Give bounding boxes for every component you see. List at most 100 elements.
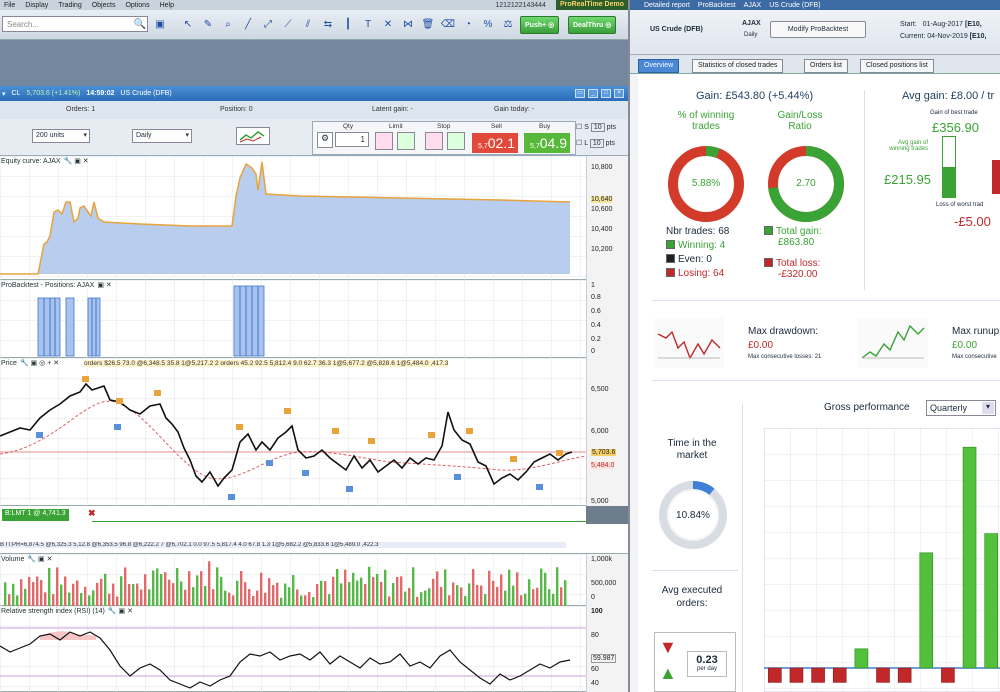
volume-bar <box>68 592 71 606</box>
tab-orders-list[interactable]: Orders list <box>804 59 848 73</box>
volume-bar <box>424 590 427 606</box>
menu-help[interactable]: Help <box>160 2 174 9</box>
close-icon[interactable]: × <box>614 89 624 98</box>
volume-bar <box>296 589 299 606</box>
volume-bar <box>496 586 499 606</box>
position-label[interactable]: Position: 0 <box>220 106 253 113</box>
maximize-icon[interactable]: □ <box>601 89 611 98</box>
volume-bar <box>384 569 387 606</box>
tab-overview[interactable]: Overview <box>638 59 680 73</box>
l-option[interactable]: ☐ L 10 pts <box>576 139 615 148</box>
price-chart <box>0 358 586 506</box>
search-icon[interactable]: 🔍 <box>132 16 148 32</box>
channel-icon[interactable]: ⫽ <box>300 16 316 32</box>
menu-file[interactable]: File <box>4 2 15 9</box>
total-gain: Total gain: £863.80 <box>764 226 822 248</box>
menu-trading[interactable]: Trading <box>58 2 81 9</box>
vline-icon[interactable]: ┃ <box>340 16 356 32</box>
gross-bar <box>876 667 890 683</box>
volume-bar <box>132 583 135 606</box>
volume-bar <box>460 587 463 606</box>
chevron-down-icon[interactable]: ▾ <box>982 402 994 414</box>
volume-bar <box>60 584 63 606</box>
window-icon[interactable]: ▣ <box>152 16 168 32</box>
volume-bar <box>220 576 223 606</box>
fib-icon[interactable]: ⋈ <box>400 16 416 32</box>
volume-bar <box>228 592 231 606</box>
volume-bar <box>488 570 491 606</box>
text-icon[interactable]: T <box>360 16 376 32</box>
stop-sell-button[interactable] <box>425 132 443 150</box>
line-icon[interactable]: ╱ <box>240 16 256 32</box>
wrench-icon[interactable]: ⚙ <box>317 132 333 148</box>
chart-type-icon[interactable] <box>236 127 270 145</box>
time-label: 14:59:02 <box>86 90 115 97</box>
instrument-label: US Crude (DFB) <box>120 90 172 97</box>
delete-icon[interactable]: 🗑 <box>420 16 436 32</box>
volume-bar <box>80 593 83 606</box>
blmt-order[interactable]: B:LMT 1 @ 4,741.3 <box>2 509 69 521</box>
volume-bar <box>480 585 483 606</box>
volume-bar <box>420 592 423 606</box>
period-dropdown[interactable]: Quarterly ▾ <box>926 400 996 416</box>
volume-bar <box>180 581 183 606</box>
period-select[interactable]: Daily <box>132 129 192 143</box>
report-title-4: US Crude (DFB) <box>769 1 821 9</box>
avg-winning-label: Avg gain of winning trades <box>889 140 928 152</box>
blmt-row: B:LMT 1 @ 4,741.3 ✖ <box>0 506 586 524</box>
buy-button[interactable]: 5,704.9 <box>524 133 570 153</box>
limit-sell-button[interactable] <box>375 132 393 150</box>
zoom-icon[interactable]: ⌕ <box>220 16 236 32</box>
best-trade-value: £356.90 <box>932 120 979 135</box>
price-tick-3: 5,703.6 <box>591 449 617 456</box>
restore-icon[interactable]: ▭ <box>575 89 585 98</box>
orders-label[interactable]: Orders: 1 <box>66 106 95 113</box>
search-input[interactable]: Search... <box>2 16 148 32</box>
scale-icon[interactable]: ⚖ <box>500 16 516 32</box>
dealthru-button[interactable]: DealThru ◎ <box>568 16 617 34</box>
cancel-order-icon[interactable]: ✖ <box>88 508 96 519</box>
stop-buy-button[interactable] <box>447 132 465 150</box>
menu-options[interactable]: Options <box>125 2 149 9</box>
volume-bar <box>232 595 235 606</box>
qty-input[interactable]: 1 <box>335 132 369 147</box>
volume-bar <box>8 594 11 606</box>
cursor-icon[interactable]: ↖ <box>180 16 196 32</box>
sell-button[interactable]: 5,702.1 <box>472 133 518 153</box>
worst-trade-bar <box>992 160 1000 194</box>
tab-statistics[interactable]: Statistics of closed trades <box>692 59 784 73</box>
gauge-icon[interactable]: ◔ <box>460 16 476 32</box>
s-option[interactable]: ☐ S 10 pts <box>576 123 616 132</box>
arrows-icon[interactable]: ⇆ <box>320 16 336 32</box>
rsi-tick-5: 40 <box>591 680 599 687</box>
percent-icon[interactable]: % <box>480 16 496 32</box>
menu-display[interactable]: Display <box>25 2 48 9</box>
push-button[interactable]: Push+ ◎ <box>520 16 560 34</box>
volume-bar <box>192 587 195 606</box>
price-tick-5: 5,000 <box>591 498 609 505</box>
desktop-gap <box>0 40 628 86</box>
limit-buy-button[interactable] <box>397 132 415 150</box>
volume-bar <box>136 583 139 606</box>
vol-tick-1: 1,000k <box>591 556 613 563</box>
volume-bar <box>464 596 467 606</box>
trash-icon[interactable]: ⌫ <box>440 16 456 32</box>
volume-bar <box>276 582 279 606</box>
units-select[interactable]: 200 units <box>32 129 90 143</box>
volume-bar <box>512 585 515 606</box>
volume-bar <box>88 595 91 606</box>
gross-bar <box>832 667 847 683</box>
ray-icon[interactable]: ⤢ <box>260 16 276 32</box>
trend-icon[interactable]: ⟋ <box>280 16 296 32</box>
volume-bar <box>260 572 263 606</box>
modify-backtest-button[interactable]: Modify ProBacktest <box>770 21 866 38</box>
minimize-icon[interactable]: _ <box>588 89 598 98</box>
volume-bar <box>144 574 147 606</box>
cross-icon[interactable]: ✕ <box>380 16 396 32</box>
menu-objects[interactable]: Objects <box>92 2 116 9</box>
pencil-icon[interactable]: ✎ <box>200 16 216 32</box>
volume-bar <box>532 589 535 606</box>
chevron-down-icon[interactable]: ▾ <box>2 90 6 98</box>
tab-closed-positions[interactable]: Closed positions list <box>860 59 934 73</box>
equity-tick-4: 10,400 <box>591 226 613 233</box>
